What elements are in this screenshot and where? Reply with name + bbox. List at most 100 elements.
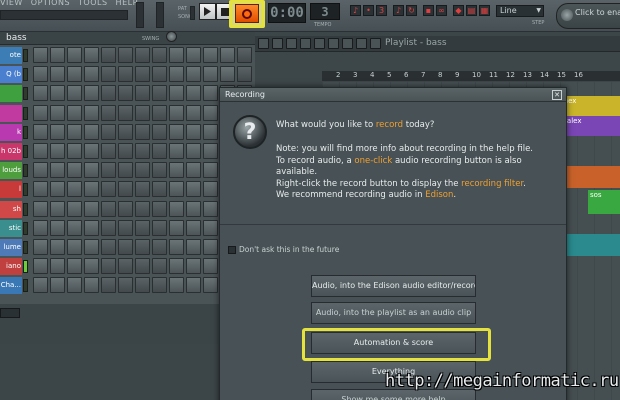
- step-pad[interactable]: [169, 123, 184, 140]
- step-pad[interactable]: [101, 219, 116, 236]
- step-pad[interactable]: [203, 47, 218, 63]
- step-pad[interactable]: [67, 162, 82, 179]
- step-pad[interactable]: [152, 181, 167, 198]
- step-pad[interactable]: [220, 47, 235, 63]
- step-pad[interactable]: [169, 219, 184, 236]
- step-pad[interactable]: [186, 123, 201, 140]
- step-pad[interactable]: [67, 181, 82, 198]
- step-pad[interactable]: [186, 85, 201, 102]
- step-pad[interactable]: [33, 123, 48, 140]
- step-pad[interactable]: [50, 104, 65, 121]
- channel-row[interactable]: iano: [0, 257, 255, 276]
- pat-song-toggle[interactable]: [190, 6, 195, 20]
- channel-select-led[interactable]: [23, 241, 28, 254]
- blend-notes-icon[interactable]: ♪: [393, 5, 404, 16]
- step-pad[interactable]: [152, 123, 167, 140]
- channel-row[interactable]: lume: [0, 238, 255, 257]
- step-pad[interactable]: [135, 239, 150, 255]
- step-pad[interactable]: [50, 258, 65, 275]
- step-pad[interactable]: [135, 277, 150, 294]
- multilink-icon[interactable]: ∞: [436, 5, 447, 16]
- step-pad[interactable]: [186, 66, 201, 83]
- step-pad[interactable]: [84, 258, 99, 275]
- step-pad[interactable]: [67, 277, 82, 294]
- step-pad[interactable]: [33, 104, 48, 121]
- step-pad[interactable]: [203, 162, 218, 179]
- step-pad[interactable]: [152, 239, 167, 255]
- step-pad[interactable]: [152, 104, 167, 121]
- step-pad[interactable]: [50, 143, 65, 159]
- pattern-title[interactable]: bass: [6, 33, 27, 43]
- step-pad[interactable]: [101, 123, 116, 140]
- step-pad[interactable]: [135, 258, 150, 275]
- step-pad[interactable]: [50, 181, 65, 198]
- dialog-titlebar[interactable]: Recording ✕: [220, 88, 566, 102]
- step-pad[interactable]: [203, 219, 218, 236]
- info-link[interactable]: recording filter: [461, 179, 523, 189]
- step-pad[interactable]: [67, 123, 82, 140]
- step-pad[interactable]: [203, 104, 218, 121]
- step-pad[interactable]: [33, 85, 48, 102]
- step-pad[interactable]: [67, 219, 82, 236]
- step-pad[interactable]: [203, 239, 218, 255]
- channel-name-button[interactable]: lume: [0, 239, 22, 256]
- step-pad[interactable]: [135, 181, 150, 198]
- channel-row[interactable]: l: [0, 180, 255, 199]
- info-link[interactable]: Edison: [425, 190, 453, 200]
- loop-record-icon[interactable]: ↻: [406, 5, 417, 16]
- step-pad[interactable]: [169, 143, 184, 159]
- step-pad[interactable]: [169, 66, 184, 83]
- info-link[interactable]: one-click: [354, 156, 392, 166]
- channel-name-button[interactable]: stic: [0, 219, 22, 237]
- step-pad[interactable]: [50, 123, 65, 140]
- tempo-display[interactable]: 3: [310, 3, 340, 20]
- step-pad[interactable]: [203, 277, 218, 294]
- step-pad[interactable]: [237, 66, 252, 83]
- step-pad[interactable]: [169, 239, 184, 255]
- step-pad[interactable]: [84, 181, 99, 198]
- step-pad[interactable]: [135, 219, 150, 236]
- channel-name-button[interactable]: h 02b: [0, 143, 22, 160]
- step-pad[interactable]: [33, 143, 48, 159]
- step-pad[interactable]: [101, 66, 116, 83]
- step-pad[interactable]: [135, 123, 150, 140]
- swing-knob[interactable]: [166, 31, 177, 42]
- step-pad[interactable]: [203, 181, 218, 198]
- step-pad[interactable]: [118, 181, 133, 198]
- step-pad[interactable]: [101, 181, 116, 198]
- channel-name-button[interactable]: louds: [0, 162, 22, 180]
- step-pad[interactable]: [101, 239, 116, 255]
- step-pad[interactable]: [67, 66, 82, 83]
- step-pad[interactable]: [169, 277, 184, 294]
- channel-select-led[interactable]: [23, 279, 28, 293]
- playlist-clip[interactable]: [558, 234, 620, 256]
- snap-icon[interactable]: ▦: [479, 5, 490, 16]
- menu-help[interactable]: HELP: [116, 0, 138, 8]
- step-pad[interactable]: [118, 143, 133, 159]
- step-pad[interactable]: [169, 104, 184, 121]
- channel-row[interactable]: stic: [0, 219, 255, 238]
- step-pad[interactable]: [84, 104, 99, 121]
- channel-select-led[interactable]: [23, 260, 28, 274]
- channel-select-led[interactable]: [23, 125, 28, 139]
- playlist-clip[interactable]: fgalex: [558, 116, 620, 136]
- step-pad[interactable]: [118, 200, 133, 217]
- step-pad[interactable]: [67, 104, 82, 121]
- delete-icon[interactable]: [300, 38, 311, 49]
- step-pad[interactable]: [203, 200, 218, 217]
- step-pad[interactable]: [67, 143, 82, 159]
- step-pad[interactable]: [118, 85, 133, 102]
- step-pad[interactable]: [50, 239, 65, 255]
- step-pad[interactable]: [186, 239, 201, 255]
- metronome-icon[interactable]: ♪: [350, 5, 361, 16]
- channel-row[interactable]: Cha...: [0, 276, 255, 295]
- step-pad[interactable]: [101, 47, 116, 63]
- step-pad[interactable]: [33, 239, 48, 255]
- step-pad[interactable]: [84, 162, 99, 179]
- step-pad[interactable]: [169, 200, 184, 217]
- step-pad[interactable]: [101, 85, 116, 102]
- step-pad[interactable]: [33, 277, 48, 294]
- channel-select-led[interactable]: [23, 106, 28, 120]
- step-pad[interactable]: [33, 47, 48, 63]
- step-pad[interactable]: [237, 47, 252, 63]
